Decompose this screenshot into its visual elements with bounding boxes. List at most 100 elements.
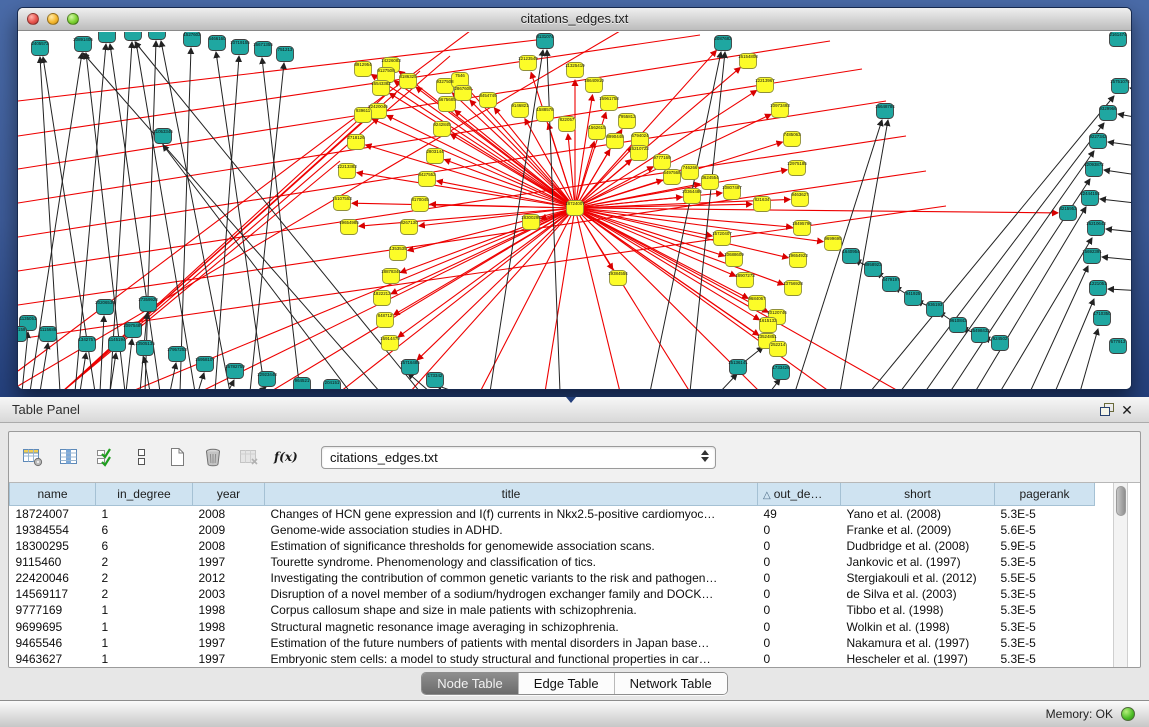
- table-cell: 5.6E-5: [995, 522, 1095, 538]
- delete-column-button[interactable]: [199, 444, 227, 470]
- graph-node-label: 15751074: [1110, 79, 1130, 84]
- graph-node-label: 939611: [356, 108, 371, 113]
- table-cell: 0: [758, 570, 841, 586]
- table-row[interactable]: 1456911722003Disruption of a novel membe…: [10, 586, 1095, 602]
- new-column-button[interactable]: [163, 444, 191, 470]
- column-header-year[interactable]: year: [193, 483, 265, 505]
- table-row[interactable]: 977716911998Corpus callosum shape and si…: [10, 602, 1095, 618]
- graph-node-label: 22420046: [368, 104, 388, 109]
- tab-edge-table[interactable]: Edge Table: [518, 673, 614, 694]
- pane-splitter-grip[interactable]: [566, 397, 576, 403]
- delete-table-button[interactable]: [235, 444, 263, 470]
- graph-node-label: 1135051: [20, 316, 37, 321]
- graph-node-label: 15692391: [1082, 249, 1102, 254]
- table-cell: 9465546: [10, 635, 96, 651]
- table-cell: 5.3E-5: [995, 602, 1095, 618]
- graph-node-label: 14226083: [381, 58, 401, 63]
- column-header-name[interactable]: name: [10, 483, 96, 505]
- table-cell: Tibbo et al. (1998): [841, 602, 995, 618]
- table-row[interactable]: 1872400712008Changes of HCN gene express…: [10, 505, 1095, 522]
- column-header-out_de[interactable]: △out_de…: [758, 483, 841, 505]
- table-select-dropdown[interactable]: citations_edges.txt: [321, 446, 716, 469]
- graph-node-label: 964521: [295, 378, 310, 383]
- graph-node-label: 12444154: [1080, 191, 1100, 196]
- graph-node-label: 9610843: [949, 318, 967, 323]
- graph-node-label: 204151: [325, 380, 340, 385]
- tab-network-table[interactable]: Network Table: [614, 673, 727, 694]
- table-cell: Corpus callosum shape and size in male p…: [265, 602, 758, 618]
- table-cell: 5.9E-5: [995, 538, 1095, 554]
- tab-node-table[interactable]: Node Table: [422, 673, 518, 694]
- graph-edge: [451, 134, 575, 208]
- table-cell: 5.3E-5: [995, 651, 1095, 667]
- table-cell: Embryonic stem cells: a model to study s…: [265, 651, 758, 667]
- graph-node[interactable]: [99, 32, 116, 43]
- graph-node-label: 18300295: [521, 215, 541, 220]
- graph-node[interactable]: [149, 32, 166, 40]
- column-header-short[interactable]: short: [841, 483, 995, 505]
- column-visibility-button[interactable]: [55, 444, 83, 470]
- table-cell: 5.3E-5: [995, 618, 1095, 634]
- sort-ascending-icon: △: [763, 490, 771, 501]
- graph-node-label: 9227342: [1089, 134, 1107, 139]
- graph-node-label: 924502: [993, 336, 1008, 341]
- graph-node-label: 12123549: [518, 56, 538, 61]
- close-window-button[interactable]: [27, 13, 39, 25]
- graph-edge: [83, 53, 380, 390]
- function-builder-icon: f(x): [272, 447, 298, 467]
- table-cell: 18300295: [10, 538, 96, 554]
- graph-node-label: 16210643: [1086, 221, 1106, 226]
- graph-node-label: 9699695: [824, 236, 842, 241]
- function-builder-button[interactable]: f(x): [271, 444, 299, 470]
- graph-node-label: 13505135: [135, 341, 155, 346]
- graph-node-label: 677913: [1111, 339, 1126, 344]
- graph-node-label: 16648784: [875, 104, 895, 109]
- close-panel-button[interactable]: ✕: [1117, 401, 1137, 419]
- graph-node-label: 1710350: [1093, 311, 1111, 316]
- window-titlebar[interactable]: citations_edges.txt: [18, 8, 1131, 31]
- table-row[interactable]: 911546021997Tourette syndrome. Phenomeno…: [10, 554, 1095, 570]
- graph-node-label: 8186325: [399, 74, 417, 79]
- minimize-window-button[interactable]: [47, 13, 59, 25]
- table-row[interactable]: 1938455462009Genome-wide association stu…: [10, 522, 1095, 538]
- table-cell: 2009: [193, 522, 265, 538]
- trash-icon: [202, 447, 224, 467]
- close-icon: ✕: [1121, 401, 1133, 419]
- graph-node-label: 1145194: [109, 337, 126, 342]
- table-row[interactable]: 1830029562008Estimation of significance …: [10, 538, 1095, 554]
- table-options-button[interactable]: [19, 444, 47, 470]
- column-header-in_degree[interactable]: in_degree: [96, 483, 193, 505]
- network-canvas-svg[interactable]: 1872400718300295891295414226083912750881…: [18, 32, 1131, 390]
- graph-node-label: 12213383: [337, 164, 357, 169]
- graph-node-label: 2718126: [347, 135, 365, 140]
- row-height-button[interactable]: [127, 444, 155, 470]
- column-header-title[interactable]: title: [265, 483, 758, 505]
- graph-node-label: 1342757: [78, 337, 96, 342]
- graph-node-label: 1640954: [842, 249, 860, 254]
- svg-text:f(x): f(x): [273, 450, 298, 464]
- graph-edge: [1106, 229, 1131, 233]
- graph-node-label: 18878344: [381, 269, 401, 274]
- float-panel-button[interactable]: [1097, 401, 1117, 419]
- table-row[interactable]: 946362711997Embryonic stem cells: a mode…: [10, 651, 1095, 667]
- graph-node-label: 16107553: [332, 196, 352, 201]
- row-selection-button[interactable]: [91, 444, 119, 470]
- graph-node[interactable]: [125, 32, 142, 41]
- table-row[interactable]: 969969511998Structural magnetic resonanc…: [10, 618, 1095, 634]
- graph-node-label: 6794024: [631, 133, 649, 138]
- vertical-scrollbar[interactable]: [1113, 483, 1128, 667]
- table-cell: 5.5E-5: [995, 570, 1095, 586]
- scrollbar-thumb[interactable]: [1116, 486, 1126, 516]
- table-row[interactable]: 946554611997Estimation of the future num…: [10, 635, 1095, 651]
- network-window[interactable]: citations_edges.txt 18724007183002958912…: [17, 7, 1132, 390]
- graph-edge: [1118, 114, 1131, 119]
- graph-node-label: 9777169: [653, 155, 671, 160]
- column-visibility-icon: [58, 447, 80, 467]
- table-cell: Structural magnetic resonance image aver…: [265, 618, 758, 634]
- table-cell: 6: [96, 522, 193, 538]
- network-canvas[interactable]: 1872400718300295891295414226083912750881…: [18, 32, 1131, 389]
- column-header-pagerank[interactable]: pagerank: [995, 483, 1095, 505]
- graph-node-label: 848712: [378, 313, 393, 318]
- table-row[interactable]: 2242004622012Investigating the contribut…: [10, 570, 1095, 586]
- zoom-window-button[interactable]: [67, 13, 79, 25]
